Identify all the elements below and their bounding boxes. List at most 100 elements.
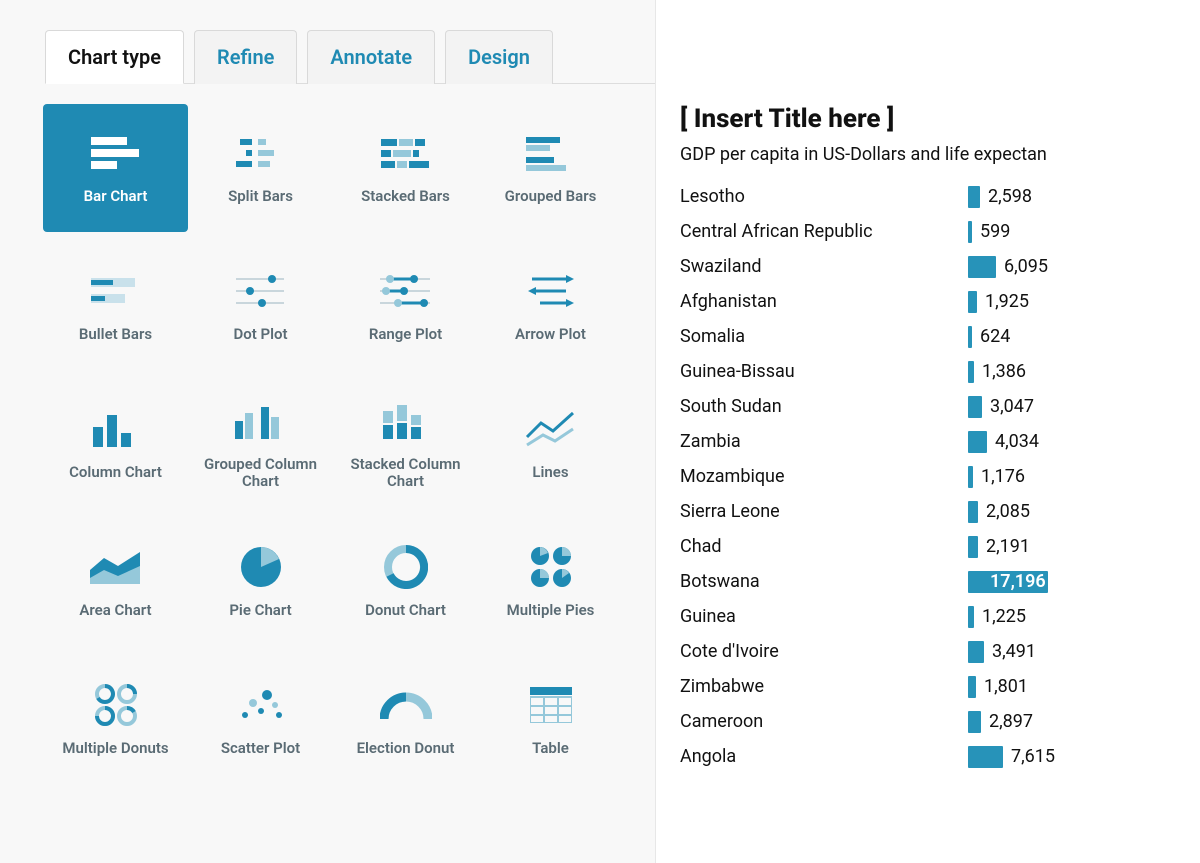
chart-type-stacked-bars[interactable]: Stacked Bars xyxy=(333,104,478,232)
bar xyxy=(968,431,987,453)
bar-value-label: 4,034 xyxy=(995,431,1039,452)
bar xyxy=(968,746,1003,768)
bar-area: 2,085 xyxy=(968,501,1030,523)
bar-category-label: Cameroon xyxy=(680,711,968,732)
chart-type-lines[interactable]: Lines xyxy=(478,380,623,508)
bar-value-label: 1,925 xyxy=(985,291,1029,312)
stacked-bars-icon xyxy=(378,130,434,176)
bar-area: 7,615 xyxy=(968,746,1055,768)
grouped-bars-icon xyxy=(523,130,579,176)
app-root: Chart type Refine Annotate Design Bar Ch… xyxy=(0,0,1200,863)
multiple-pies-icon xyxy=(523,544,579,590)
bar-category-label: Central African Republic xyxy=(680,221,968,242)
bar-area: 4,034 xyxy=(968,431,1039,453)
split-bars-icon xyxy=(233,130,289,176)
bar xyxy=(968,536,978,558)
bar-row: Chad 2,191 xyxy=(680,529,1200,564)
chart-type-dot-plot[interactable]: Dot Plot xyxy=(188,242,333,370)
chart-type-donut-chart[interactable]: Donut Chart xyxy=(333,518,478,646)
bar-area: 2,897 xyxy=(968,711,1033,733)
chart-type-bullet-bars[interactable]: Bullet Bars xyxy=(43,242,188,370)
bar-value-label: 624 xyxy=(980,326,1010,347)
bar xyxy=(968,291,977,313)
bar-value-label: 17,196 xyxy=(990,571,1046,592)
bar xyxy=(968,501,978,523)
bar-row: Central African Republic 599 xyxy=(680,214,1200,249)
chart-type-grouped-bars[interactable]: Grouped Bars xyxy=(478,104,623,232)
chart-type-multiple-donuts[interactable]: Multiple Donuts xyxy=(43,656,188,784)
bar-category-label: Guinea-Bissau xyxy=(680,361,968,382)
chart-type-pie-chart[interactable]: Pie Chart xyxy=(188,518,333,646)
bar-area: 17,196 xyxy=(968,571,1054,593)
editor-panel: Chart type Refine Annotate Design Bar Ch… xyxy=(0,0,655,863)
tab-design[interactable]: Design xyxy=(445,30,553,84)
chart-type-range-plot[interactable]: Range Plot xyxy=(333,242,478,370)
bar-area: 2,191 xyxy=(968,536,1030,558)
editor-tabs: Chart type Refine Annotate Design xyxy=(45,30,655,84)
tab-chart-type[interactable]: Chart type xyxy=(45,30,184,84)
bar-category-label: South Sudan xyxy=(680,396,968,417)
scatter-plot-icon xyxy=(233,682,289,728)
bar-value-label: 2,191 xyxy=(986,536,1030,557)
pie-chart-icon xyxy=(233,544,289,590)
stacked-column-chart-icon xyxy=(378,398,434,444)
bar-value-label: 3,047 xyxy=(990,396,1034,417)
chart-type-stacked-column-chart[interactable]: Stacked Column Chart xyxy=(333,380,478,508)
tab-refine[interactable]: Refine xyxy=(194,30,297,84)
bar-value-label: 2,085 xyxy=(986,501,1030,522)
bar-area: 2,598 xyxy=(968,186,1032,208)
chart-type-area-chart[interactable]: Area Chart xyxy=(43,518,188,646)
bar xyxy=(968,361,974,383)
bar-row: Botswana17,196 xyxy=(680,564,1200,599)
bar xyxy=(968,711,981,733)
arrow-plot-icon xyxy=(523,268,579,314)
bar-value-label: 599 xyxy=(980,221,1010,242)
bar-value-label: 1,801 xyxy=(984,676,1028,697)
bar-category-label: Mozambique xyxy=(680,466,968,487)
bar-value-label: 2,897 xyxy=(989,711,1033,732)
donut-chart-icon xyxy=(378,544,434,590)
area-chart-icon xyxy=(88,544,144,590)
bar-row: Somalia624 xyxy=(680,319,1200,354)
bar-category-label: Lesotho xyxy=(680,186,968,207)
bar-value-label: 1,176 xyxy=(981,466,1025,487)
bar-row: Cameroon 2,897 xyxy=(680,704,1200,739)
chart-type-election-donut[interactable]: Election Donut xyxy=(333,656,478,784)
bar-value-label: 1,225 xyxy=(982,606,1026,627)
bar-category-label: Zambia xyxy=(680,431,968,452)
dot-plot-icon xyxy=(233,268,289,314)
bar-chart-icon xyxy=(88,130,144,176)
bar-category-label: Chad xyxy=(680,536,968,557)
bar-row: Lesotho2,598 xyxy=(680,179,1200,214)
chart-type-bar-chart[interactable]: Bar Chart xyxy=(43,104,188,232)
bullet-bars-icon xyxy=(88,268,144,314)
chart-type-scatter-plot[interactable]: Scatter Plot xyxy=(188,656,333,784)
bar-row: Swaziland6,095 xyxy=(680,249,1200,284)
bar-category-label: Sierra Leone xyxy=(680,501,968,522)
chart-type-arrow-plot[interactable]: Arrow Plot xyxy=(478,242,623,370)
chart-subtitle[interactable]: GDP per capita in US-Dollars and life ex… xyxy=(680,144,1200,165)
bar-category-label: Afghanistan xyxy=(680,291,968,312)
multiple-donuts-icon xyxy=(88,682,144,728)
column-chart-icon xyxy=(88,406,144,452)
bar-category-label: Guinea xyxy=(680,606,968,627)
chart-type-table[interactable]: Table xyxy=(478,656,623,784)
bar-chart-preview: Lesotho2,598Central African Republic599S… xyxy=(680,179,1200,774)
chart-type-column-chart[interactable]: Column Chart xyxy=(43,380,188,508)
bar-area: 1,176 xyxy=(968,466,1025,488)
chart-preview-panel: [ Insert Title here ] GDP per capita in … xyxy=(655,0,1200,863)
range-plot-icon xyxy=(378,268,434,314)
chart-title[interactable]: [ Insert Title here ] xyxy=(680,104,1200,134)
grouped-column-chart-icon xyxy=(233,398,289,444)
bar-area: 1,386 xyxy=(968,361,1026,383)
bar-row: South Sudan 3,047 xyxy=(680,389,1200,424)
bar-category-label: Zimbabwe xyxy=(680,676,968,697)
tab-annotate[interactable]: Annotate xyxy=(307,30,435,84)
chart-type-multiple-pies[interactable]: Multiple Pies xyxy=(478,518,623,646)
chart-type-grouped-column-chart[interactable]: Grouped Column Chart xyxy=(188,380,333,508)
chart-type-split-bars[interactable]: Split Bars xyxy=(188,104,333,232)
bar-category-label: Angola xyxy=(680,746,968,767)
bar-row: Mozambique 1,176 xyxy=(680,459,1200,494)
bar-area: 1,925 xyxy=(968,291,1029,313)
bar xyxy=(968,256,996,278)
